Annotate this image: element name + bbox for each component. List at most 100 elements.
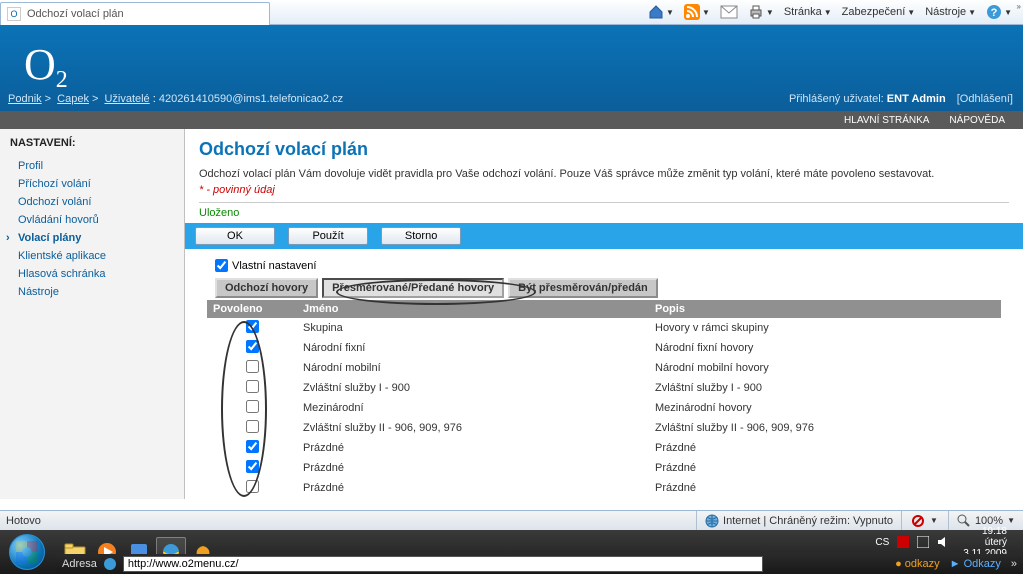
sidebar-item[interactable]: Klientské aplikace — [0, 247, 184, 265]
ok-button[interactable]: OK — [195, 227, 275, 245]
print-icon[interactable]: ▼ — [745, 3, 777, 21]
allow-checkbox[interactable] — [246, 340, 259, 353]
col-desc: Popis — [649, 300, 1001, 318]
sidebar-heading: NASTAVENÍ: — [0, 129, 184, 157]
help-icon[interactable]: ?▼ — [983, 3, 1015, 21]
calling-plan-table: Povoleno Jméno Popis SkupinaHovory v rám… — [207, 300, 1001, 498]
sidebar-item[interactable]: Profil — [0, 157, 184, 175]
nav-help[interactable]: NÁPOVĚDA — [949, 115, 1005, 126]
sidebar-item[interactable]: Hlasová schránka — [0, 265, 184, 283]
logout-link[interactable]: [Odhlášení] — [957, 93, 1013, 105]
sidebar-item[interactable]: Ovládání hovorů — [0, 211, 184, 229]
language-indicator[interactable]: CS — [875, 537, 889, 548]
start-button[interactable] — [0, 530, 54, 574]
table-row: Zvláštní služby II - 906, 909, 976Zvlášt… — [207, 418, 1001, 438]
apply-button[interactable]: Použít — [288, 227, 368, 245]
sub-header: HLAVNÍ STRÁNKA NÁPOVĚDA — [0, 111, 1023, 129]
crumb-capek[interactable]: Capek — [57, 93, 89, 105]
col-name: Jméno — [297, 300, 649, 318]
favicon-icon: O — [7, 7, 21, 21]
required-note: * - povinný údaj — [199, 184, 1009, 196]
allow-checkbox[interactable] — [246, 420, 259, 433]
allow-checkbox[interactable] — [246, 320, 259, 333]
home-icon[interactable]: ▼ — [645, 3, 677, 21]
status-zone: Internet | Chráněný režim: Vypnuto — [696, 511, 901, 530]
mail-icon[interactable] — [717, 4, 741, 20]
saved-message: Uloženo — [199, 202, 1009, 219]
links-upper[interactable]: ► Odkazy — [950, 558, 1001, 570]
own-settings-input[interactable] — [215, 259, 228, 272]
page-menu[interactable]: Stránka ▼ — [781, 5, 835, 19]
table-row: MezinárodníMezinárodní hovory — [207, 398, 1001, 418]
ie-command-bar: ▼ ▼ ▼ Stránka ▼ Zabezpečení ▼ Nástroje ▼… — [645, 3, 1023, 21]
table-row: PrázdnéPrázdné — [207, 438, 1001, 458]
cell-name: Mezinárodní — [297, 398, 649, 418]
cell-name: Národní mobilní — [297, 358, 649, 378]
address-label: Adresa — [62, 558, 97, 570]
feed-icon[interactable]: ▼ — [681, 3, 713, 21]
sidebar-item[interactable]: Odchozí volání — [0, 193, 184, 211]
ie-status-bar: Hotovo Internet | Chráněný režim: Vypnut… — [0, 510, 1023, 530]
main-panel: Odchozí volací plán Odchozí volací plán … — [185, 129, 1023, 499]
address-input[interactable] — [123, 556, 763, 572]
chevron-right-icon[interactable]: » — [1017, 2, 1021, 11]
protected-mode-icons[interactable]: ▼ — [901, 511, 948, 530]
browser-tab[interactable]: O Odchozí volací plán — [0, 2, 270, 25]
allow-checkbox[interactable] — [246, 380, 259, 393]
cell-desc: Prázdné — [649, 478, 1001, 498]
tray-flag-icon[interactable] — [897, 536, 909, 548]
allow-checkbox[interactable] — [246, 440, 259, 453]
app-header: O2 Podnik> Capek> Uživatelé : 4202614105… — [0, 25, 1023, 111]
tab[interactable]: Být přesměrován/předán — [508, 278, 658, 298]
cell-name: Prázdné — [297, 478, 649, 498]
tab[interactable]: Odchozí hovory — [215, 278, 318, 298]
page-title: Odchozí volací plán — [199, 139, 1009, 160]
nav-home[interactable]: HLAVNÍ STRÁNKA — [844, 115, 929, 126]
cell-name: Skupina — [297, 318, 649, 338]
cell-name: Zvláštní služby II - 906, 909, 976 — [297, 418, 649, 438]
windows-taskbar: CS 19:18 úterý 3.11.2009 Adresa ● odkazy… — [0, 530, 1023, 574]
system-tray: CS 19:18 úterý 3.11.2009 — [865, 530, 1023, 554]
o2-logo: O2 — [24, 39, 68, 90]
sidebar: NASTAVENÍ: ProfilPříchozí voláníOdchozí … — [0, 129, 185, 499]
tray-volume-icon[interactable] — [937, 536, 949, 548]
page-description: Odchozí volací plán Vám dovoluje vidět p… — [199, 168, 1009, 180]
cell-desc: Hovory v rámci skupiny — [649, 318, 1001, 338]
address-ie-icon — [103, 557, 117, 571]
cancel-button[interactable]: Storno — [381, 227, 461, 245]
sidebar-item[interactable]: Nástroje — [0, 283, 184, 301]
cell-name: Zvláštní služby I - 900 — [297, 378, 649, 398]
taskbar-address-band: Adresa ● odkazy ► Odkazy » — [56, 554, 1023, 574]
crumb-podnik[interactable]: Podnik — [8, 93, 42, 105]
col-allowed: Povoleno — [207, 300, 297, 318]
table-row: PrázdnéPrázdné — [207, 478, 1001, 498]
table-row: SkupinaHovory v rámci skupiny — [207, 318, 1001, 338]
shield-off-icon — [912, 515, 924, 527]
table-row: Národní fixníNárodní fixní hovory — [207, 338, 1001, 358]
table-row: Zvláštní služby I - 900Zvláštní služby I… — [207, 378, 1001, 398]
svg-text:?: ? — [991, 7, 998, 19]
cell-desc: Prázdné — [649, 438, 1001, 458]
sidebar-item[interactable]: Volací plány — [0, 229, 184, 247]
tab[interactable]: Přesměrované/Předané hovory — [322, 278, 504, 298]
action-button-bar: OK Použít Storno — [185, 223, 1023, 249]
allow-checkbox[interactable] — [246, 460, 259, 473]
links-chevron-icon[interactable]: » — [1011, 558, 1017, 570]
cell-name: Prázdné — [297, 438, 649, 458]
cell-desc: Prázdné — [649, 458, 1001, 478]
cell-desc: Zvláštní služby I - 900 — [649, 378, 1001, 398]
allow-checkbox[interactable] — [246, 360, 259, 373]
allow-checkbox[interactable] — [246, 480, 259, 493]
links-lower[interactable]: ● odkazy — [895, 558, 940, 570]
safety-menu[interactable]: Zabezpečení ▼ — [839, 5, 919, 19]
cell-desc: Národní fixní hovory — [649, 338, 1001, 358]
own-settings-checkbox[interactable]: Vlastní nastavení — [207, 259, 1001, 272]
sidebar-item[interactable]: Příchozí volání — [0, 175, 184, 193]
allow-checkbox[interactable] — [246, 400, 259, 413]
tab-title: Odchozí volací plán — [27, 8, 124, 20]
tray-network-icon[interactable] — [917, 536, 929, 548]
tools-menu[interactable]: Nástroje ▼ — [922, 5, 979, 19]
crumb-users[interactable]: Uživatelé — [104, 93, 149, 105]
table-row: Národní mobilníNárodní mobilní hovory — [207, 358, 1001, 378]
cell-name: Národní fixní — [297, 338, 649, 358]
